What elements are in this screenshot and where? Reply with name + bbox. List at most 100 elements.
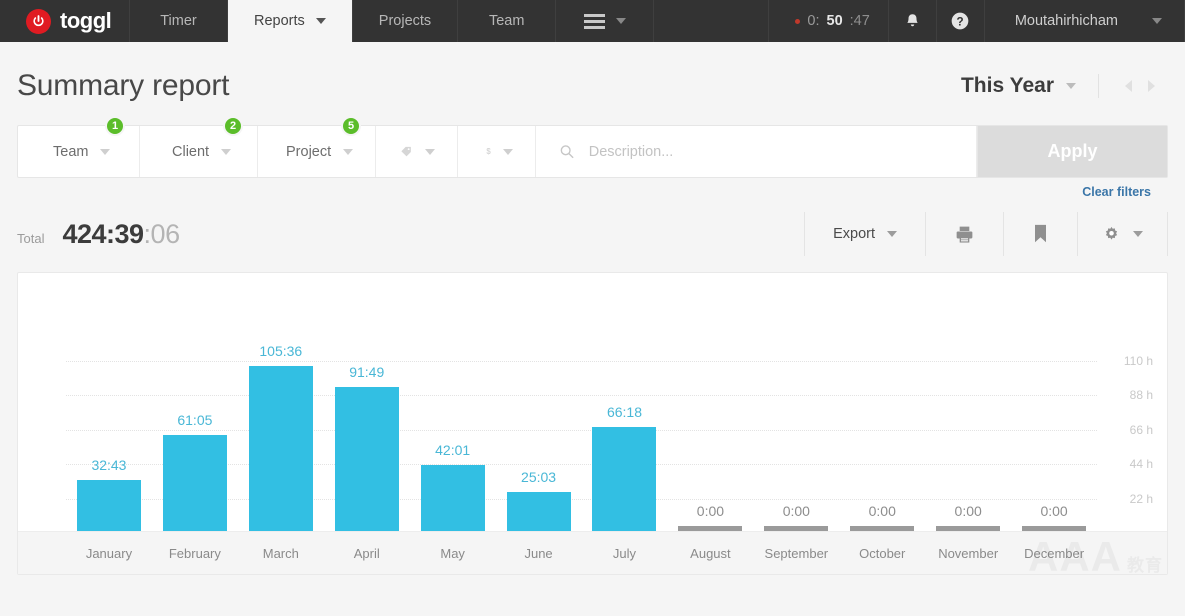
bar-value-label: 105:36 <box>259 343 303 359</box>
x-axis-tick-label: June <box>524 545 553 561</box>
x-axis-tick-label: January <box>85 545 133 561</box>
x-axis-tick-label: February <box>168 545 221 561</box>
period-navigation <box>1099 80 1177 92</box>
x-axis-tick-label: December <box>1024 545 1085 561</box>
summary-bar-chart: 110 h 88 h 66 h 44 h 22 h 32:43 61:05 105:36 91… <box>17 272 1168 575</box>
chart-bar-column[interactable]: 105:36 <box>238 273 324 531</box>
total-label: Total <box>17 230 45 246</box>
chart-bar-column[interactable]: 0:00 <box>753 273 839 531</box>
chart-bar[interactable] <box>592 427 657 531</box>
bar-value-label: 61:05 <box>177 412 213 428</box>
chart-bar[interactable] <box>420 465 485 531</box>
timer-seconds: :47 <box>849 13 870 29</box>
tag-icon <box>401 146 411 157</box>
bar-value-label: 0:00 <box>782 503 810 519</box>
chart-bar-column[interactable]: 42:01 <box>410 273 496 531</box>
chevron-down-icon <box>503 148 513 155</box>
bar-value-label: 0:00 <box>696 503 725 519</box>
filter-client[interactable]: Client 2 <box>140 116 258 177</box>
total-group: Total 424:39:06 <box>17 219 180 250</box>
chevron-down-icon <box>425 148 435 155</box>
chart-bar-column[interactable]: 32:43 <box>66 273 152 531</box>
chevron-left-icon[interactable] <box>1125 80 1132 92</box>
filter-label: Client <box>172 143 210 160</box>
filter-billable[interactable]: $ <box>458 126 536 177</box>
hamburger-icon <box>583 13 605 29</box>
filter-badge-count: 5 <box>341 116 361 136</box>
notifications-button[interactable] <box>889 0 937 42</box>
chart-bar[interactable] <box>334 387 399 531</box>
chart-bar-column[interactable]: 0:00 <box>925 273 1011 531</box>
x-axis-tick-label: September <box>764 545 829 561</box>
total-seconds: :06 <box>143 218 181 249</box>
search-input[interactable] <box>588 143 954 160</box>
running-timer[interactable]: 0: 50:47 <box>769 0 889 42</box>
chart-bar[interactable] <box>162 435 227 531</box>
summary-total-row: Total 424:39:06 Export <box>0 199 1185 256</box>
export-button[interactable]: Export <box>804 212 925 256</box>
apply-button[interactable]: Apply <box>977 126 1167 177</box>
filter-team[interactable]: Team 1 <box>18 116 140 177</box>
clear-filters-link[interactable]: Clear filters <box>17 178 1168 199</box>
y-axis-tick-label: 66 h <box>1129 422 1153 437</box>
printer-icon <box>956 226 973 243</box>
timer-minutes: 50 <box>826 13 843 29</box>
chart-bar-column[interactable]: 91:49 <box>324 273 410 531</box>
filter-project[interactable]: Project 5 <box>258 116 376 177</box>
chart-bar-column[interactable]: 0:00 <box>839 273 925 531</box>
total-hours-minutes: 424:39 <box>62 218 144 249</box>
nav-spacer <box>654 0 769 42</box>
chart-bar-column[interactable]: 61:05 <box>152 273 238 531</box>
filter-description[interactable] <box>536 126 977 177</box>
settings-button[interactable] <box>1077 212 1168 256</box>
toggl-logo[interactable]: toggl <box>0 0 130 42</box>
chart-bar[interactable] <box>76 480 141 531</box>
chart-x-axis: January February March April May June July Augu… <box>18 531 1167 574</box>
nav-item-timer[interactable]: Timer <box>130 0 228 42</box>
chart-bar[interactable] <box>248 366 313 531</box>
date-range-selector[interactable]: This Year <box>961 74 1099 98</box>
x-axis-tick-label: March <box>262 545 299 561</box>
bar-value-label: 0:00 <box>954 503 982 519</box>
svg-text:$: $ <box>486 147 491 156</box>
bookmark-button[interactable] <box>1003 212 1077 256</box>
nav-item-reports[interactable]: Reports <box>228 0 353 42</box>
top-navigation-bar: toggl Timer Reports Projects Team 0: 50:4… <box>0 0 1185 42</box>
bar-value-label: 0:00 <box>1040 503 1068 519</box>
chart-bar-column[interactable]: 0:00 <box>667 273 753 531</box>
nav-item-projects[interactable]: Projects <box>353 0 459 42</box>
chart-plot-area: 110 h 88 h 66 h 44 h 22 h 32:43 61:05 105:36 91… <box>18 273 1167 531</box>
brand-name: toggl <box>60 8 112 33</box>
chevron-down-icon <box>100 148 111 155</box>
x-axis-tick-label: October <box>859 545 906 561</box>
power-icon <box>26 8 51 34</box>
x-axis-tick-label: November <box>938 545 999 561</box>
y-axis-tick-label: 88 h <box>1129 388 1153 403</box>
user-menu[interactable]: Moutahirhicham <box>985 0 1185 42</box>
bar-value-label: 25:03 <box>521 469 557 485</box>
help-button[interactable]: ? <box>937 0 985 42</box>
export-label: Export <box>833 226 875 242</box>
nav-item-team[interactable]: Team <box>458 0 557 42</box>
bar-value-label: 42:01 <box>435 442 471 458</box>
total-value: 424:39:06 <box>62 218 181 250</box>
date-range-label: This Year <box>960 74 1054 97</box>
y-axis-tick-label: 22 h <box>1129 491 1153 506</box>
x-axis-tick-label: May <box>440 545 465 561</box>
chevron-right-icon[interactable] <box>1148 80 1155 92</box>
nav-item-more-menu[interactable] <box>556 0 655 42</box>
bar-value-label: 0:00 <box>868 503 896 519</box>
bookmark-icon <box>1035 224 1046 243</box>
filter-tag[interactable] <box>376 126 458 177</box>
bar-value-label: 66:18 <box>606 404 643 420</box>
dollar-icon: $ <box>486 147 491 156</box>
chart-bar-column[interactable]: 0:00 <box>1011 273 1097 531</box>
y-axis-tick-label: 44 h <box>1129 457 1153 472</box>
chevron-down-icon <box>615 18 626 24</box>
chart-bar[interactable] <box>506 492 571 531</box>
chart-bar-column[interactable]: 25:03 <box>496 273 582 531</box>
chart-bar-column[interactable]: 66:18 <box>582 273 668 531</box>
chevron-down-icon <box>1133 231 1143 237</box>
print-button[interactable] <box>925 212 1003 256</box>
user-name: Moutahirhicham <box>1014 13 1118 29</box>
